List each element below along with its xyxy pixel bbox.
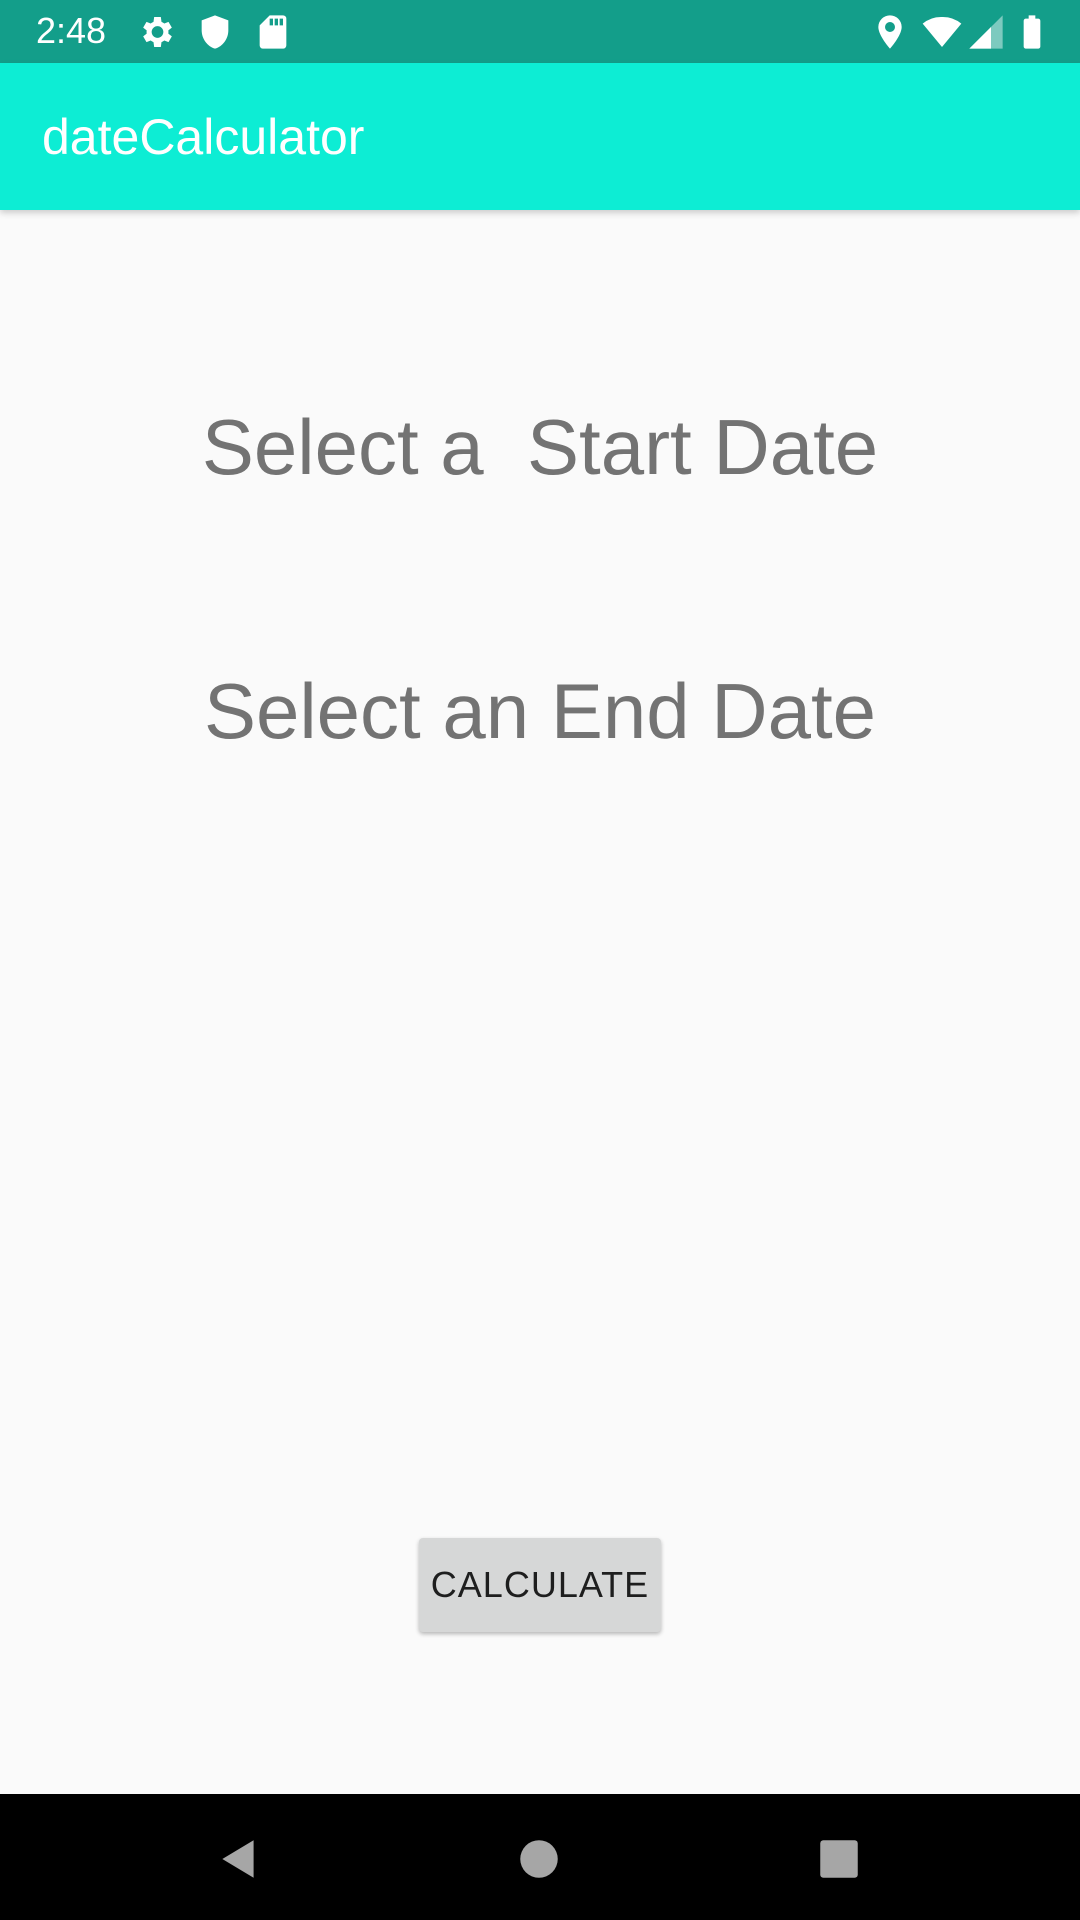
status-bar: 2:48 [0,0,1080,63]
status-time: 2:48 [36,10,107,51]
back-icon[interactable] [214,1834,264,1884]
gear-icon [136,12,176,52]
start-date-label[interactable]: Select a Start Date [0,402,1080,493]
sd-card-icon [253,12,293,52]
location-icon [870,12,910,52]
end-date-label[interactable]: Select an End Date [0,666,1080,757]
recents-icon[interactable] [814,1834,864,1884]
shield-icon [195,12,235,52]
calculate-button[interactable]: CALCULATE [419,1538,661,1632]
wifi-icon [922,12,962,52]
navigation-bar [0,1794,1080,1920]
screen: 2:48 dateCalculator Select a Start Date … [0,0,1080,1920]
app-bar: dateCalculator [0,63,1080,210]
home-icon[interactable] [514,1834,564,1884]
signal-icon [966,12,1006,52]
battery-icon [1012,12,1052,52]
app-title: dateCalculator [42,109,365,165]
